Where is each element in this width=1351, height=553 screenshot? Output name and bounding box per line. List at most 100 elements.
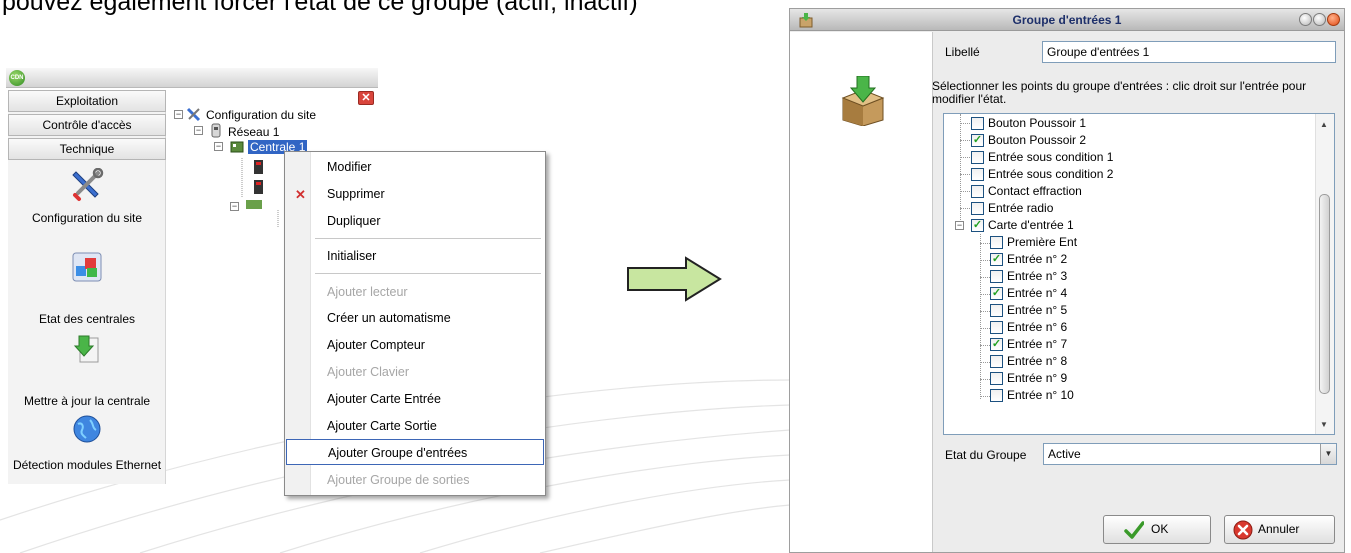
point-checkbox[interactable]	[990, 236, 1003, 249]
input-points-tree: Bouton Poussoir 1 ✓ Bouton Poussoir 2 En…	[943, 113, 1335, 435]
close-icon[interactable]: ✕	[358, 91, 374, 105]
list-item[interactable]: ✓ Entrée n° 4	[944, 285, 1314, 302]
window-titlebar: CDN	[6, 68, 378, 88]
tree-node-reseau[interactable]: Réseau 1	[228, 125, 279, 139]
list-item[interactable]: Entrée radio	[944, 200, 1314, 217]
point-checkbox[interactable]	[990, 372, 1003, 385]
sidebar-tab-technique[interactable]: Technique	[8, 138, 166, 160]
point-checkbox[interactable]: ✓	[971, 134, 984, 147]
dialog-title: Groupe d'entrées 1	[1012, 13, 1122, 27]
tree-node-site-config[interactable]: Configuration du site	[206, 108, 316, 122]
point-label: Entrée n° 5	[1007, 303, 1068, 317]
sidebar-item-detection-ethernet[interactable]: Détection modules Ethernet	[8, 412, 166, 484]
list-item[interactable]: Première Ent	[944, 234, 1314, 251]
point-checkbox[interactable]: ✓	[990, 287, 1003, 300]
maximize-icon[interactable]	[1313, 13, 1326, 26]
sidebar-item-etat-centrales[interactable]: Etat des centrales	[8, 250, 166, 326]
tree-collapse-toggle[interactable]: −	[194, 126, 203, 135]
point-checkbox[interactable]	[971, 202, 984, 215]
controller-icon	[230, 141, 244, 153]
instructions-text: Sélectionner les points du groupe d'entr…	[932, 79, 1307, 106]
tree-collapse-toggle[interactable]: −	[955, 221, 964, 230]
point-checkbox[interactable]	[990, 355, 1003, 368]
menu-item-ajouter-carte-entree[interactable]: Ajouter Carte Entrée	[286, 386, 544, 412]
box-import-icon	[841, 76, 885, 126]
tree-collapse-toggle[interactable]: −	[214, 142, 223, 151]
tree-connector	[980, 294, 990, 295]
tree-connector	[980, 345, 990, 346]
list-item[interactable]: ✓ Entrée n° 2	[944, 251, 1314, 268]
update-download-icon	[73, 335, 99, 363]
point-label: Entrée n° 8	[1007, 354, 1068, 368]
list-item[interactable]: Bouton Poussoir 1	[944, 115, 1314, 132]
sidebar-tab-controle-acces[interactable]: Contrôle d'accès	[8, 114, 166, 136]
list-item[interactable]: Entrée n° 8	[944, 353, 1314, 370]
list-item[interactable]: ✓ Bouton Poussoir 2	[944, 132, 1314, 149]
point-checkbox[interactable]	[990, 321, 1003, 334]
menu-item-supprimer[interactable]: ✕ Supprimer	[286, 181, 544, 207]
list-item[interactable]: Entrée n° 6	[944, 319, 1314, 336]
menu-item-creer-automatisme[interactable]: Créer un automatisme	[286, 305, 544, 331]
menu-item-ajouter-groupe-entrees[interactable]: Ajouter Groupe d'entrées	[286, 439, 544, 465]
sidebar-item-label: Etat des centrales	[38, 312, 136, 326]
menu-item-label: Dupliquer	[327, 214, 381, 228]
point-checkbox[interactable]: ✓	[990, 253, 1003, 266]
sidebar-item-label: Détection modules Ethernet	[12, 458, 162, 472]
etat-groupe-select[interactable]: Active ▼	[1043, 443, 1337, 465]
list-item[interactable]: Entrée n° 9	[944, 370, 1314, 387]
list-item[interactable]: ✓ Entrée n° 7	[944, 336, 1314, 353]
list-item[interactable]: Entrée n° 5	[944, 302, 1314, 319]
list-item[interactable]: Entrée sous condition 2	[944, 166, 1314, 183]
sidebar-tab-exploitation[interactable]: Exploitation	[8, 90, 166, 112]
list-item[interactable]: − ✓ Carte d'entrée 1	[944, 217, 1314, 234]
menu-item-ajouter-compteur[interactable]: Ajouter Compteur	[286, 332, 544, 358]
point-label: Entrée n° 7	[1007, 337, 1068, 351]
cancel-button[interactable]: Annuler	[1224, 515, 1335, 544]
menu-item-ajouter-carte-sortie[interactable]: Ajouter Carte Sortie	[286, 413, 544, 439]
app-logo-icon: CDN	[9, 70, 25, 86]
close-icon[interactable]	[1327, 13, 1340, 26]
delete-x-icon: ✕	[295, 187, 306, 202]
menu-item-initialiser[interactable]: Initialiser	[286, 243, 544, 269]
scroll-up-icon[interactable]: ▲	[1320, 120, 1328, 129]
menu-item-modifier[interactable]: Modifier	[286, 154, 544, 180]
tree-connector	[980, 243, 990, 244]
tree-collapse-toggle[interactable]: −	[174, 110, 183, 119]
point-checkbox[interactable]: ✓	[971, 219, 984, 232]
point-label: Bouton Poussoir 2	[988, 133, 1087, 147]
ok-button[interactable]: OK	[1103, 515, 1211, 544]
tree-connector	[980, 277, 990, 278]
menu-item-dupliquer[interactable]: Dupliquer	[286, 208, 544, 234]
tree-connector	[980, 328, 990, 329]
scroll-down-icon[interactable]: ▼	[1320, 420, 1328, 429]
list-item[interactable]: Entrée n° 3	[944, 268, 1314, 285]
list-item[interactable]: Entrée n° 10	[944, 387, 1314, 404]
point-checkbox[interactable]	[971, 151, 984, 164]
chevron-down-icon[interactable]: ▼	[1320, 444, 1336, 464]
tree-collapse-toggle[interactable]: −	[230, 202, 239, 211]
menu-item-ajouter-clavier: Ajouter Clavier	[286, 359, 544, 385]
point-checkbox[interactable]: ✓	[990, 338, 1003, 351]
minimize-icon[interactable]	[1299, 13, 1312, 26]
menu-item-label: Modifier	[327, 160, 372, 174]
sidebar-item-configuration-site[interactable]: Configuration du site	[8, 168, 166, 238]
point-checkbox[interactable]	[971, 168, 984, 181]
point-checkbox[interactable]	[990, 304, 1003, 317]
network-icon	[211, 123, 221, 138]
sidebar-item-mettre-a-jour[interactable]: Mettre à jour la centrale	[8, 332, 166, 408]
menu-separator	[315, 238, 541, 239]
menu-item-label: Supprimer	[327, 187, 385, 201]
menu-item-label: Créer un automatisme	[327, 311, 451, 325]
list-scrollbar[interactable]: ▲ ▼	[1315, 114, 1334, 434]
list-item[interactable]: Contact effraction	[944, 183, 1314, 200]
libelle-input[interactable]: Groupe d'entrées 1	[1042, 41, 1336, 63]
scroll-thumb[interactable]	[1319, 194, 1330, 394]
point-checkbox[interactable]	[971, 117, 984, 130]
list-item[interactable]: Entrée sous condition 1	[944, 149, 1314, 166]
point-checkbox[interactable]	[990, 270, 1003, 283]
point-checkbox[interactable]	[971, 185, 984, 198]
menu-item-label: Initialiser	[327, 249, 377, 263]
tools-icon	[186, 107, 201, 122]
menu-item-label: Ajouter Carte Sortie	[327, 419, 437, 433]
point-checkbox[interactable]	[990, 389, 1003, 402]
